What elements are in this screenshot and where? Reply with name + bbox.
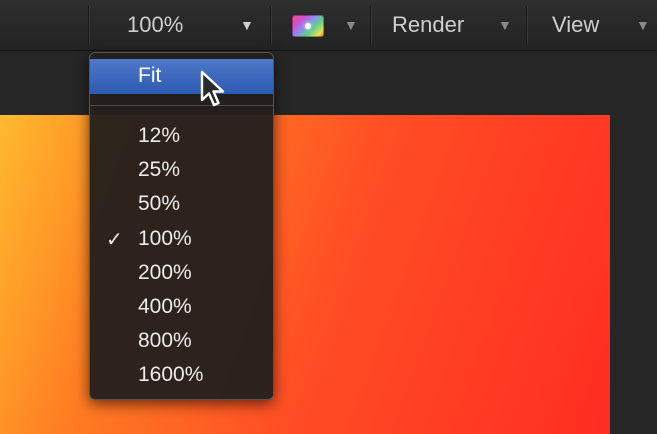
view-menu-button[interactable]: View — [552, 0, 599, 50]
checkmark-icon: ✓ — [106, 227, 123, 251]
zoom-option-label: 200% — [138, 261, 192, 284]
view-dropdown-arrow-icon[interactable]: ▼ — [636, 0, 650, 50]
toolbar-divider — [526, 6, 528, 44]
menu-separator — [90, 105, 273, 106]
color-channels-icon[interactable] — [292, 15, 324, 37]
zoom-option-200[interactable]: 200% — [90, 256, 273, 290]
zoom-option-12[interactable]: 12% — [90, 119, 273, 153]
render-dropdown-arrow-icon[interactable]: ▼ — [498, 0, 512, 50]
zoom-option-label: 25% — [138, 158, 181, 181]
arrow-cursor-icon — [200, 70, 225, 107]
render-menu-button[interactable]: Render — [392, 0, 464, 50]
zoom-level-value[interactable]: 100% — [127, 0, 183, 50]
zoom-option-400[interactable]: 400% — [90, 290, 273, 324]
zoom-option-1600[interactable]: 1600% — [90, 358, 273, 392]
toolbar-divider — [370, 6, 372, 44]
zoom-option-label: 50% — [138, 192, 181, 215]
zoom-dropdown-arrow-icon[interactable]: ▼ — [240, 0, 254, 50]
viewer-toolbar: 100% ▼ ▼ Render ▼ View ▼ — [0, 0, 657, 51]
channels-dropdown-arrow-icon[interactable]: ▼ — [344, 0, 358, 50]
zoom-option-fit[interactable]: Fit — [90, 59, 273, 94]
zoom-option-800[interactable]: 800% — [90, 324, 273, 358]
zoom-option-label: 800% — [138, 329, 192, 352]
toolbar-divider — [270, 6, 272, 44]
zoom-option-50[interactable]: 50% — [90, 187, 273, 221]
toolbar-divider — [88, 6, 90, 44]
zoom-option-label: Fit — [138, 64, 162, 87]
zoom-option-label: 12% — [138, 124, 181, 147]
zoom-option-25[interactable]: 25% — [90, 153, 273, 187]
zoom-option-100[interactable]: ✓ 100% — [90, 222, 273, 256]
zoom-option-label: 400% — [138, 295, 192, 318]
zoom-option-label: 100% — [138, 227, 192, 250]
zoom-option-label: 1600% — [138, 363, 204, 386]
zoom-dropdown-menu: Fit 12% 25% 50% ✓ 100% 200% 400% 800% 16… — [89, 52, 274, 400]
